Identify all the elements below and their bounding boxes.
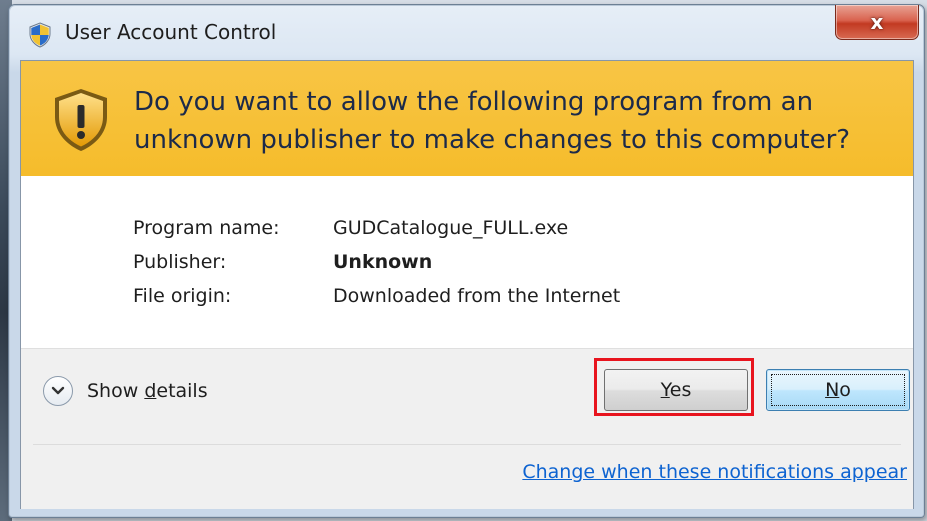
no-button[interactable]: No: [766, 369, 910, 411]
publisher-label: Publisher:: [133, 251, 227, 273]
uac-shield-icon: [29, 22, 51, 48]
window-title: User Account Control: [65, 20, 277, 44]
focus-ring: [771, 374, 905, 406]
file-origin-value: Downloaded from the Internet: [333, 285, 621, 307]
uac-dialog: User Account Control x Do you want to al: [8, 4, 925, 518]
program-name-label: Program name:: [133, 217, 280, 239]
banner-line-2: unknown publisher to make changes to thi…: [134, 125, 851, 155]
yes-button[interactable]: Yes: [604, 369, 748, 411]
chevron-down-icon[interactable]: [43, 376, 73, 406]
file-origin-label: File origin:: [133, 285, 232, 307]
show-details-label: Show details: [87, 380, 208, 402]
publisher-value: Unknown: [333, 251, 433, 273]
close-button[interactable]: x: [835, 5, 919, 40]
action-area: Show details Yes No Change when these no…: [21, 348, 913, 509]
program-name-value: GUDCatalogue_FULL.exe: [333, 217, 569, 239]
divider: [33, 444, 901, 445]
show-details-toggle[interactable]: Show details: [43, 376, 208, 406]
title-bar[interactable]: User Account Control x: [9, 5, 924, 61]
close-icon: x: [870, 10, 884, 34]
warning-shield-icon: [55, 89, 107, 151]
warning-banner: Do you want to allow the following progr…: [21, 61, 913, 176]
banner-question: Do you want to allow the following progr…: [134, 83, 904, 159]
banner-line-1: Do you want to allow the following progr…: [134, 87, 814, 117]
change-notifications-link[interactable]: Change when these notifications appear: [522, 461, 907, 483]
yes-button-label: Yes: [660, 379, 692, 401]
dialog-body: Do you want to allow the following progr…: [20, 60, 914, 509]
